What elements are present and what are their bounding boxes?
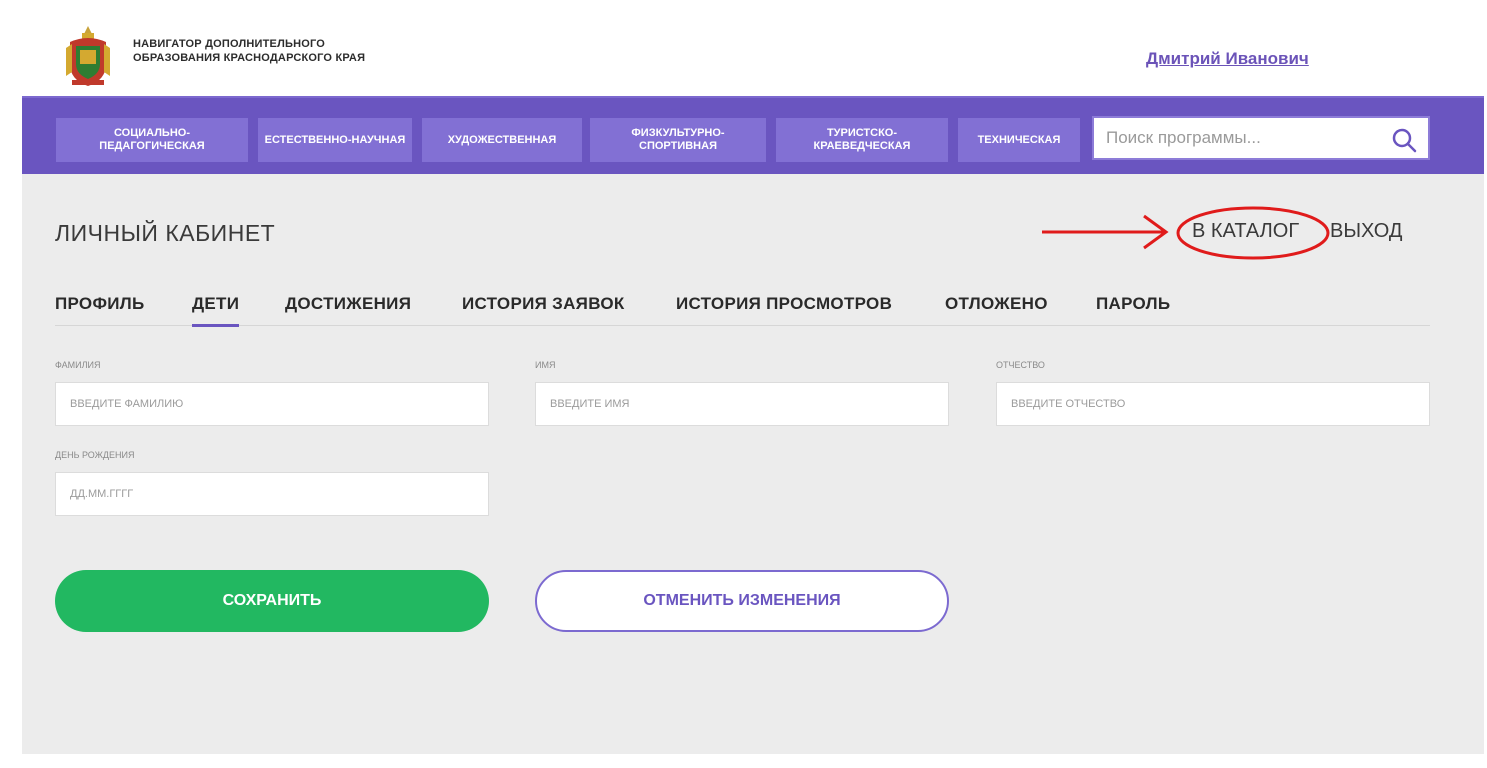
exit-link[interactable]: ВЫХОД (1330, 220, 1402, 243)
birthday-label: День рождения (55, 450, 135, 460)
user-name-link[interactable]: Дмитрий Иванович (1146, 49, 1309, 69)
nav-item-sports[interactable]: Физкультурно-спортивная (590, 118, 766, 162)
last-name-field[interactable] (55, 382, 489, 426)
last-name-label: Фамилия (55, 360, 101, 370)
tab-application-history[interactable]: История заявок (462, 294, 625, 314)
site-header: Навигатор дополнительного образования Кр… (0, 0, 1487, 96)
first-name-label: Имя (535, 360, 556, 370)
tab-achievements[interactable]: Достижения (285, 294, 411, 314)
nav-item-natural-science[interactable]: Естественно-научная (258, 118, 412, 162)
middle-name-field[interactable] (996, 382, 1430, 426)
middle-name-label: Отчество (996, 360, 1045, 370)
nav-item-artistic[interactable]: Художественная (422, 118, 582, 162)
tab-children[interactable]: Дети (192, 294, 240, 327)
birthday-field[interactable] (55, 472, 489, 516)
search-box (1092, 116, 1430, 160)
tab-postponed[interactable]: Отложено (945, 294, 1048, 314)
first-name-field[interactable] (535, 382, 949, 426)
tab-password[interactable]: Пароль (1096, 294, 1170, 314)
search-input[interactable] (1094, 128, 1374, 148)
tab-profile[interactable]: Профиль (55, 294, 145, 314)
save-button[interactable]: Сохранить (55, 570, 489, 632)
site-title: Навигатор дополнительного образования Кр… (133, 38, 366, 64)
tab-view-history[interactable]: История просмотров (676, 294, 892, 314)
profile-panel: ЛИЧНЫЙ КАБИНЕТ В КАТАЛОГ ВЫХОД Профиль Д… (22, 174, 1484, 754)
catalog-link[interactable]: В КАТАЛОГ (1192, 220, 1299, 243)
krasnodar-coat-of-arms-icon[interactable] (62, 24, 114, 88)
nav-item-technical[interactable]: Техническая (958, 118, 1080, 162)
cancel-changes-button[interactable]: Отменить изменения (535, 570, 949, 632)
nav-item-tourism-local-history[interactable]: Туристско-краеведческая (776, 118, 948, 162)
profile-tabs: Профиль Дети Достижения История заявок И… (55, 292, 1430, 327)
search-icon[interactable] (1390, 126, 1418, 154)
nav-item-social-pedagogical[interactable]: Социально-педагогическая (56, 118, 248, 162)
category-nav: Социально-педагогическая Естественно-нау… (22, 96, 1484, 174)
page-title: ЛИЧНЫЙ КАБИНЕТ (55, 220, 276, 246)
